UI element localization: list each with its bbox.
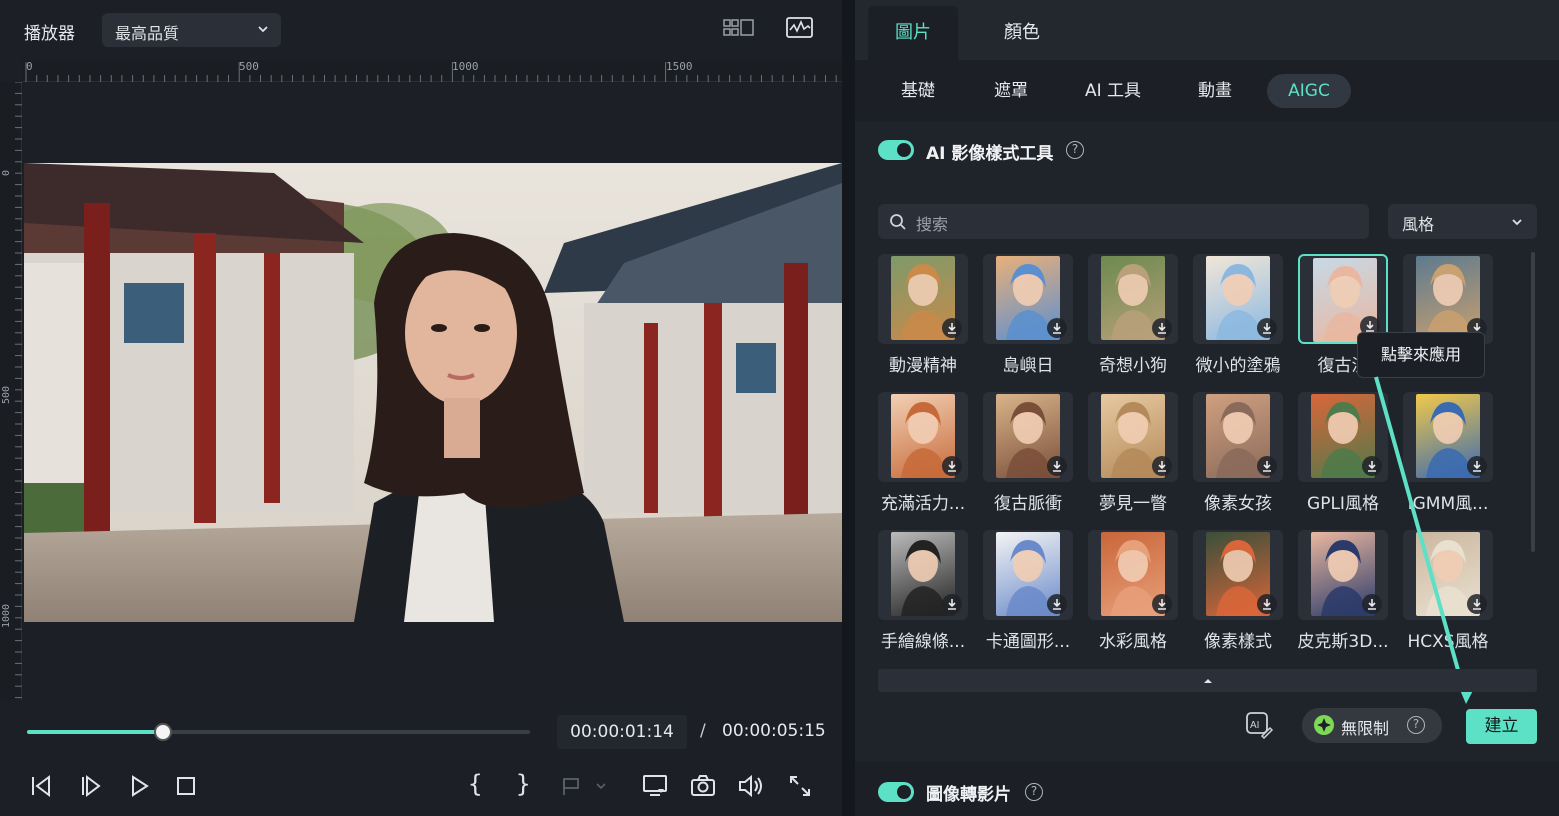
unlimited-credits-badge[interactable]: 無限制 ?: [1302, 708, 1442, 743]
caret-up-icon: [1204, 679, 1212, 683]
tab-color[interactable]: 顏色: [977, 6, 1067, 60]
ruler-label: 0: [1, 169, 12, 176]
current-time-field[interactable]: 00:00:01:14: [557, 715, 687, 749]
grid-view-icon[interactable]: [723, 16, 755, 44]
help-icon[interactable]: ?: [1025, 783, 1043, 801]
prev-frame-button[interactable]: [27, 772, 55, 800]
waveform-monitor-icon[interactable]: [785, 16, 815, 42]
ruler-label: 1000: [1, 603, 12, 628]
snapshot-button[interactable]: [689, 772, 717, 800]
sparkle-icon: [1314, 715, 1334, 735]
display-settings-button[interactable]: [641, 772, 669, 800]
play-icon: [132, 775, 149, 797]
subtab-ai-tools[interactable]: AI 工具: [1073, 74, 1153, 108]
svg-text:AI: AI: [1250, 720, 1259, 731]
total-time: 00:00:05:15: [722, 721, 826, 741]
subtab-animation[interactable]: 動畫: [1182, 74, 1248, 108]
ruler-ticks-h: [25, 62, 837, 82]
ai-edit-icon[interactable]: AI: [1244, 710, 1274, 740]
fullscreen-button[interactable]: [786, 772, 814, 800]
ruler-label: 1500: [666, 60, 693, 73]
tab-image[interactable]: 圖片: [868, 6, 958, 60]
properties-panel: 圖片 顏色 基礎 遮罩 AI 工具 動畫 AIGC AI 影像樣式工具 ? 搜索…: [855, 0, 1559, 816]
step-forward-icon: [82, 775, 101, 797]
video-preview-image: [24, 163, 842, 622]
player-toolbar: 播放器 最高品質: [0, 0, 842, 60]
vertical-ruler: 0 500 1000: [0, 82, 22, 700]
player-panel: 播放器 最高品質 0 500 1000 1500 0 500 1000 00:0…: [0, 0, 842, 816]
create-button[interactable]: 建立: [1466, 709, 1537, 744]
player-title: 播放器: [24, 24, 75, 44]
main-tab-bar: 圖片 顏色: [855, 0, 1559, 60]
section-title: 圖像轉影片: [926, 785, 1011, 805]
image-to-video-section: 圖像轉影片 ?: [855, 770, 1559, 816]
step-back-icon: [32, 775, 50, 797]
image-to-video-toggle[interactable]: [878, 782, 914, 802]
subtab-basic[interactable]: 基礎: [885, 74, 951, 108]
ruler-label: 0: [26, 60, 33, 73]
preview-canvas[interactable]: [22, 82, 842, 700]
speaker-icon: [739, 774, 762, 798]
stop-button[interactable]: [172, 772, 200, 800]
quality-dropdown[interactable]: 最高品質: [102, 13, 281, 47]
chevron-down-icon: [596, 783, 606, 790]
ruler-label: 1000: [452, 60, 479, 73]
quality-value: 最高品質: [115, 24, 180, 43]
volume-button[interactable]: [737, 772, 765, 800]
expand-icon: [790, 776, 810, 796]
ai-image-style-section: AI 影像樣式工具 ? 搜索 風格 動漫精神 島嶼日 奇想小狗 微小的塗鴉 復古漫 充滿活…: [855, 122, 1559, 762]
annotation-arrow: [1374, 376, 1479, 704]
ruler-label: 500: [1, 385, 12, 404]
monitor-icon: [643, 775, 667, 796]
marker-flag-icon: [563, 778, 579, 795]
playhead-knob[interactable]: [153, 723, 172, 741]
camera-icon: [691, 775, 715, 796]
play-button[interactable]: [125, 772, 153, 800]
preview-photo: [24, 163, 842, 622]
playback-progress-track[interactable]: [27, 730, 530, 734]
unlimited-label: 無限制: [1341, 719, 1390, 738]
collapse-button[interactable]: [878, 669, 1537, 692]
sub-tab-bar: 基礎 遮罩 AI 工具 動畫 AIGC: [855, 60, 1559, 122]
chevron-down-icon: [258, 26, 268, 33]
time-separator: /: [700, 721, 706, 741]
help-icon[interactable]: ?: [1407, 716, 1425, 734]
mark-in-button[interactable]: {: [468, 770, 482, 798]
style-grid-scrollbar[interactable]: [1531, 252, 1535, 552]
mark-out-button[interactable]: }: [516, 770, 530, 798]
stop-icon: [177, 777, 195, 795]
subtab-aigc[interactable]: AIGC: [1267, 74, 1351, 108]
subtab-mask[interactable]: 遮罩: [978, 74, 1044, 108]
snapshot-marker-dropdown[interactable]: [558, 772, 618, 800]
next-frame-button[interactable]: [77, 772, 105, 800]
playback-progress-fill: [27, 730, 163, 734]
ruler-label: 500: [239, 60, 259, 73]
horizontal-ruler: 0 500 1000 1500: [22, 60, 842, 82]
